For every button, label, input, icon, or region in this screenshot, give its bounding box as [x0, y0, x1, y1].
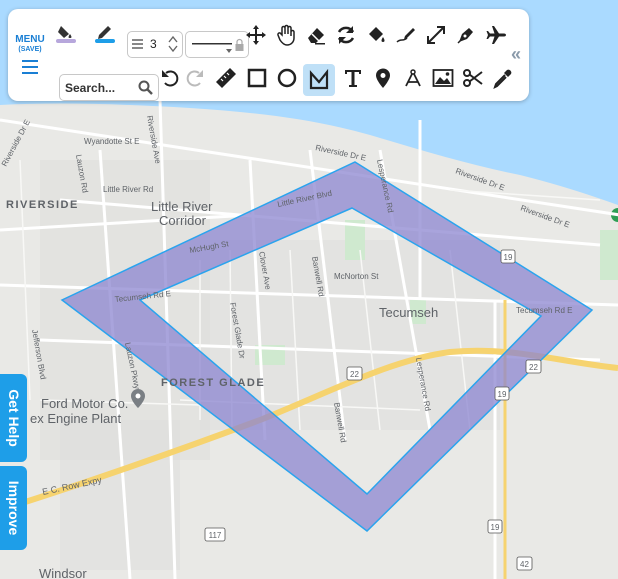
fill-tool[interactable]	[362, 21, 390, 49]
ruler-tool[interactable]	[212, 64, 240, 92]
collapse-toolbar-button[interactable]: «	[511, 45, 527, 63]
drawing-toolbar: MENU (SAVE) 3 « Search...	[8, 9, 529, 101]
pen-icon	[457, 28, 473, 44]
shield-117: 117	[204, 527, 226, 542]
compass-icon	[405, 69, 421, 87]
marker-icon	[376, 68, 390, 88]
svg-text:McNorton St: McNorton St	[334, 272, 379, 281]
label-tecumseh: Tecumseh	[379, 305, 438, 320]
polygon-tool[interactable]	[303, 64, 335, 96]
pen-tool[interactable]	[452, 21, 480, 49]
pan-hand-icon	[277, 24, 295, 46]
hamburger-icon[interactable]	[22, 60, 38, 74]
svg-text:19: 19	[498, 390, 507, 399]
search-icon[interactable]	[138, 80, 153, 95]
search-field[interactable]	[59, 74, 159, 101]
scissors-tool[interactable]	[459, 64, 487, 92]
label-ford-2: ex Engine Plant	[30, 411, 121, 426]
airplane-icon	[486, 26, 506, 44]
line-color-button[interactable]	[91, 19, 119, 47]
svg-text:Tecumseh Rd E: Tecumseh Rd E	[516, 306, 572, 315]
text-tool[interactable]	[339, 64, 367, 92]
compass-tool[interactable]	[399, 64, 427, 92]
label-little-river-1: Little River	[151, 199, 213, 214]
resize-tool[interactable]	[422, 21, 450, 49]
label-windsor: Windsor	[39, 566, 87, 579]
search-input[interactable]	[63, 78, 137, 98]
shield-19b: 19	[494, 386, 510, 401]
marker-tool[interactable]	[369, 64, 397, 92]
resize-icon	[427, 26, 445, 44]
shield-19c: 19	[487, 519, 503, 534]
text-icon	[345, 70, 361, 87]
svg-text:42: 42	[520, 560, 529, 569]
ruler-icon	[216, 68, 236, 88]
move-tool[interactable]	[242, 21, 270, 49]
eraser-icon	[308, 28, 325, 45]
label-riverside: RIVERSIDE	[6, 199, 79, 211]
improve-label: Improve	[5, 480, 22, 536]
redo-button[interactable]	[181, 64, 209, 92]
stepper-arrows-icon[interactable]	[168, 35, 178, 53]
polygon-icon	[309, 69, 329, 90]
chevron-down-icon	[226, 49, 232, 53]
shield-22b: 22	[525, 359, 542, 374]
label-forest-glade: FOREST GLADE	[161, 377, 265, 389]
undo-button[interactable]	[156, 64, 184, 92]
line-color-icon	[95, 26, 115, 43]
svg-text:22: 22	[529, 363, 538, 372]
svg-text:117: 117	[209, 531, 222, 540]
improve-tab[interactable]: Improve	[0, 466, 27, 550]
refresh-tool[interactable]	[332, 21, 360, 49]
image-tool[interactable]	[429, 64, 457, 92]
eyedropper-icon	[493, 69, 512, 89]
svg-text:Wyandotte St E: Wyandotte St E	[84, 137, 140, 146]
pan-tool[interactable]	[272, 21, 300, 49]
circle-tool[interactable]	[273, 64, 301, 92]
label-little-river-2: Corridor	[159, 213, 207, 228]
shield-42: 42	[516, 556, 533, 571]
line-width-value: 3	[150, 37, 157, 51]
svg-text:Little River Rd: Little River Rd	[103, 185, 153, 194]
label-ford-1: Ford Motor Co.	[41, 396, 128, 411]
menu-sub-label: (SAVE)	[18, 46, 42, 53]
eyedropper-tool[interactable]	[489, 64, 517, 92]
rectangle-tool[interactable]	[243, 64, 271, 92]
shield-22a: 22	[346, 366, 363, 381]
circle-icon	[277, 68, 297, 88]
svg-text:19: 19	[491, 523, 500, 532]
eraser-tool[interactable]	[302, 21, 330, 49]
svg-text:19: 19	[504, 253, 513, 262]
redo-icon	[186, 70, 203, 87]
line-style-select[interactable]	[185, 31, 249, 58]
menu-label: MENU	[15, 34, 45, 45]
undo-icon	[162, 70, 179, 87]
freehand-icon	[396, 28, 415, 43]
scissors-icon	[463, 69, 483, 87]
image-icon	[432, 69, 454, 87]
menu-button[interactable]: MENU (SAVE)	[14, 35, 46, 54]
get-help-tab[interactable]: Get Help	[0, 374, 27, 462]
line-width-icon	[132, 39, 143, 49]
rectangle-icon	[247, 68, 267, 88]
shield-19a: 19	[500, 249, 516, 264]
paint-bucket-icon	[369, 27, 385, 42]
refresh-icon	[337, 26, 355, 44]
get-help-label: Get Help	[5, 389, 22, 447]
airplane-tool[interactable]	[482, 21, 510, 49]
freehand-tool[interactable]	[392, 21, 420, 49]
line-style-preview	[192, 43, 232, 45]
move-icon	[246, 25, 266, 45]
fill-color-icon	[56, 26, 76, 43]
line-width-stepper[interactable]: 3	[127, 31, 183, 58]
svg-text:22: 22	[350, 370, 359, 379]
fill-color-button[interactable]	[52, 19, 80, 47]
